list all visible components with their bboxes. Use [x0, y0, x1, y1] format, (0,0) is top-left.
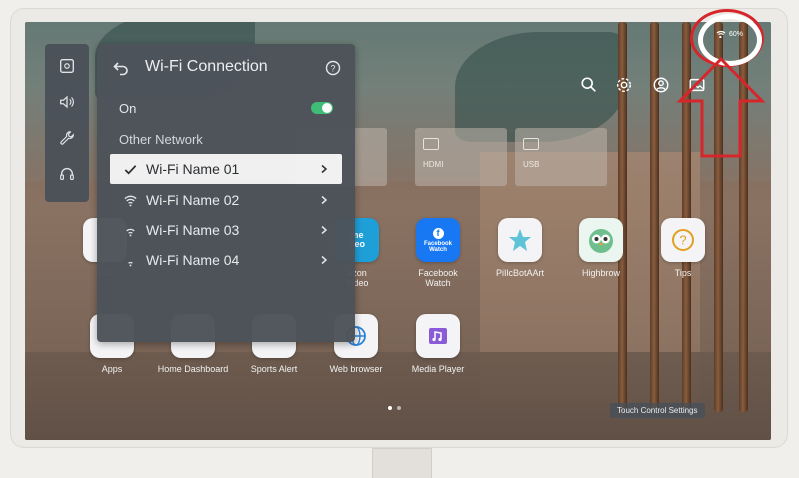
app-pilot-art[interactable]: PiIlcBotAArt [480, 218, 560, 278]
search-icon[interactable] [579, 75, 599, 95]
facebook-icon-text: Facebook Watch [423, 240, 452, 253]
app-name: Home Dashboard [157, 364, 229, 374]
app-name: Apps [101, 364, 123, 374]
network-name: Wi-Fi Name 01 [146, 161, 240, 177]
account-icon[interactable] [651, 75, 671, 95]
wifi-icon [118, 253, 142, 268]
app-name: Sports Alert [250, 364, 298, 374]
input-label: HDMI [423, 160, 444, 169]
monitor-stand [372, 448, 432, 478]
page-indicator [388, 406, 401, 410]
question-icon: ? [661, 218, 705, 262]
owl-icon [579, 218, 623, 262]
input-tile-hdmi[interactable]: HDMI [415, 128, 507, 186]
wifi-status[interactable]: 60% [716, 30, 743, 38]
wifi-icon [118, 223, 142, 238]
network-item-wifi-name-02[interactable]: Wi-Fi Name 02 [110, 185, 342, 215]
other-network-heading: Other Network [119, 132, 203, 147]
wifi-icon [118, 193, 142, 208]
hdmi-icon [423, 138, 439, 150]
network-name: Wi-Fi Name 03 [146, 222, 240, 238]
quick-settings-rail [45, 44, 89, 202]
help-icon[interactable]: ? [323, 58, 343, 78]
background-leaf [455, 32, 625, 142]
check-icon [118, 162, 142, 177]
picture-icon[interactable] [55, 54, 79, 78]
wrench-icon[interactable] [55, 126, 79, 150]
app-name: Facebook Watch [418, 268, 458, 288]
usb-icon [523, 138, 539, 150]
network-name: Wi-Fi Name 04 [146, 252, 240, 268]
app-name: PiIlcBotAArt [495, 268, 544, 278]
red-arrow-icon [676, 56, 766, 158]
app-media-player[interactable]: Media Player [398, 314, 478, 374]
facebook-icon: f Facebook Watch [416, 218, 460, 262]
page-dot[interactable] [388, 406, 392, 410]
app-name: Tips [674, 268, 692, 278]
app-highbrow[interactable]: Highbrow [561, 218, 641, 278]
star-icon [498, 218, 542, 262]
network-item-wifi-name-03[interactable]: Wi-Fi Name 03 [110, 215, 342, 245]
chevron-right-icon [314, 164, 334, 174]
app-name: Web browser [329, 364, 383, 374]
svg-text:?: ? [679, 233, 686, 248]
wifi-on-label: On [119, 101, 137, 116]
app-tips[interactable]: ? Tips [643, 218, 723, 278]
sound-icon[interactable] [55, 90, 79, 114]
network-item-wifi-name-04[interactable]: Wi-Fi Name 04 [110, 245, 342, 275]
wifi-connection-panel: Wi-Fi Connection ? On Other Network Wi-F… [97, 44, 355, 342]
network-name: Wi-Fi Name 02 [146, 192, 240, 208]
wifi-status-text: 60% [729, 30, 744, 38]
back-icon[interactable] [111, 58, 131, 78]
app-name: Media Player [411, 364, 465, 374]
app-name: Highbrow [581, 268, 621, 278]
media-player-icon [416, 314, 460, 358]
svg-text:?: ? [330, 63, 335, 73]
page-dot[interactable] [397, 406, 401, 410]
input-label: USB [523, 160, 540, 169]
chevron-right-icon [314, 225, 334, 235]
wifi-toggle[interactable] [311, 102, 333, 114]
network-item-wifi-name-01[interactable]: Wi-Fi Name 01 [110, 154, 342, 184]
input-tile-usb[interactable]: USB [515, 128, 607, 186]
gear-icon[interactable] [614, 75, 634, 95]
app-facebook-watch[interactable]: f Facebook Watch Facebook Watch [398, 218, 478, 288]
wifi-status-icon [716, 30, 726, 38]
chevron-right-icon [314, 255, 334, 265]
touch-control-settings-button[interactable]: Touch Control Settings [610, 403, 705, 418]
chevron-right-icon [314, 195, 334, 205]
headset-icon[interactable] [55, 162, 79, 186]
panel-title: Wi-Fi Connection [145, 58, 268, 75]
